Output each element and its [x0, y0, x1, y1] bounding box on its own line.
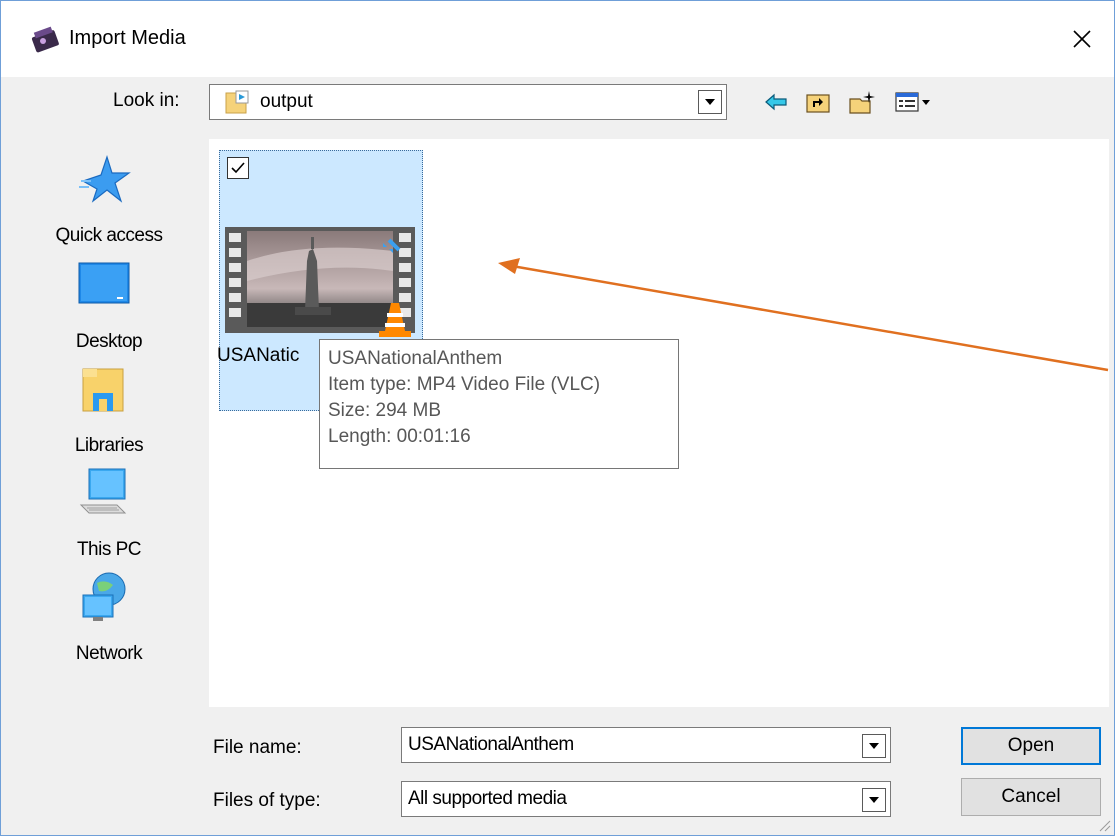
open-button-label: Open [1007, 735, 1055, 756]
tooltip-size: Size: 294 MB [328, 400, 441, 421]
computer-icon [79, 468, 127, 514]
desktop-icon [78, 262, 130, 304]
look-in-dropdown-arrow[interactable] [698, 90, 722, 114]
place-label: Network [75, 643, 143, 664]
back-arrow-icon [765, 93, 787, 111]
title-bar[interactable]: Import Media [1, 1, 1114, 77]
file-type-dropdown-arrow[interactable] [862, 788, 886, 812]
file-type-label: Files of type: [213, 790, 321, 811]
open-button[interactable]: Open [961, 727, 1101, 765]
place-label: Desktop [75, 331, 143, 352]
look-in-value: output [260, 91, 313, 112]
back-button[interactable] [761, 87, 791, 117]
places-bar: Quick access Desktop Libraries This PC N… [29, 141, 189, 681]
chevron-down-icon [869, 743, 879, 749]
file-type-value: All supported media [408, 788, 567, 809]
chevron-down-icon [705, 99, 715, 105]
chevron-down-icon [869, 797, 879, 803]
new-folder-button[interactable] [847, 87, 877, 117]
file-name-combo[interactable]: USANationalAnthem [401, 727, 891, 763]
place-quick-access[interactable]: Quick access [29, 153, 189, 246]
folder-icon [225, 90, 249, 114]
star-icon [79, 155, 131, 203]
file-name-dropdown-arrow[interactable] [862, 734, 886, 758]
tooltip-length: Length: 00:01:16 [328, 426, 471, 447]
place-label: Libraries [74, 435, 144, 456]
file-name-label: File name: [213, 737, 302, 758]
look-in-dropdown[interactable]: output [209, 84, 727, 120]
place-desktop[interactable]: Desktop [29, 259, 189, 352]
cancel-button[interactable]: Cancel [961, 778, 1101, 816]
place-label: This PC [76, 539, 142, 560]
file-name-line1: USANatic [217, 345, 300, 366]
file-name-value: USANationalAnthem [408, 734, 574, 755]
close-button[interactable] [1050, 1, 1114, 77]
close-icon [1073, 30, 1091, 48]
up-folder-button[interactable] [803, 87, 833, 117]
window-title: Import Media [69, 27, 186, 49]
network-icon [82, 572, 126, 621]
checkmark-icon [231, 162, 245, 174]
video-thumbnail [225, 227, 415, 337]
place-label: Quick access [55, 225, 163, 246]
look-in-label: Look in: [113, 90, 180, 111]
item-checkbox[interactable] [227, 157, 249, 179]
libraries-icon [82, 368, 124, 412]
app-icon [31, 26, 59, 53]
view-menu-icon [895, 92, 930, 112]
file-tooltip: USANationalAnthem Item type: MP4 Video F… [319, 339, 679, 469]
place-network[interactable]: Network [29, 571, 189, 664]
file-type-dropdown[interactable]: All supported media [401, 781, 891, 817]
tooltip-file-name: USANationalAnthem [328, 348, 503, 369]
import-media-dialog: Import Media Look in: output Quick acces… [0, 0, 1115, 836]
up-folder-icon [806, 94, 830, 113]
place-libraries[interactable]: Libraries [29, 363, 189, 456]
view-menu-button[interactable] [893, 87, 935, 117]
tooltip-item-type: Item type: MP4 Video File (VLC) [328, 374, 601, 395]
place-this-pc[interactable]: This PC [29, 467, 189, 560]
resize-grip-icon[interactable] [1096, 817, 1112, 833]
new-folder-icon [849, 91, 875, 114]
